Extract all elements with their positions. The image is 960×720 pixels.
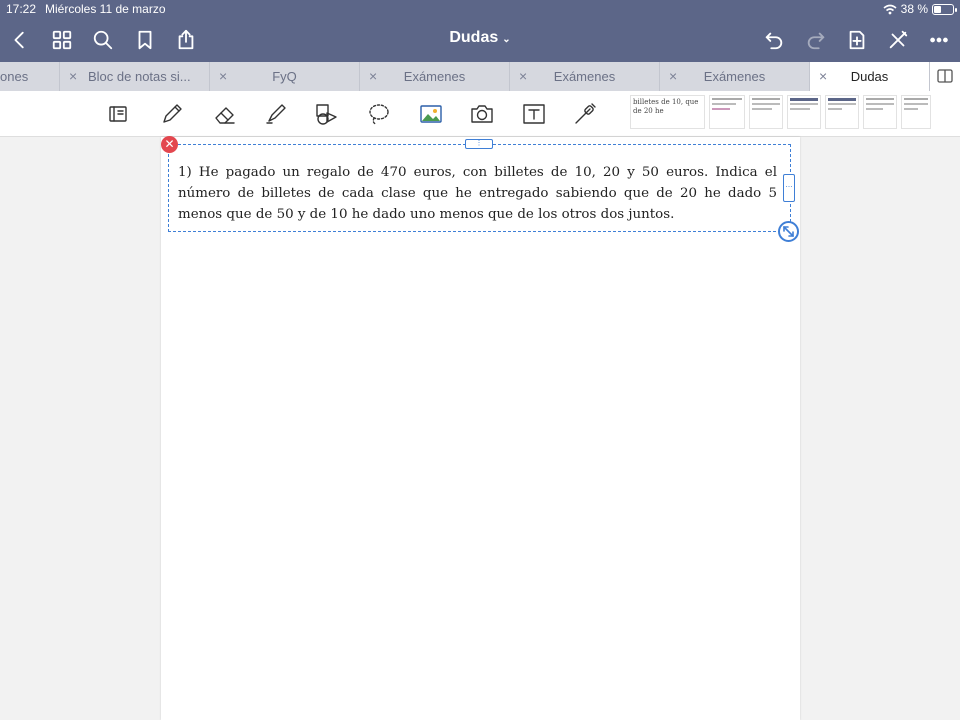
tab-examenes-1[interactable]: × Exámenes [360, 62, 510, 91]
document-title-text: Dudas [449, 29, 499, 46]
tab-label: Exámenes [403, 69, 466, 84]
split-view-button[interactable] [930, 62, 960, 91]
pen-tool[interactable] [157, 99, 187, 129]
shapes-icon [316, 104, 337, 125]
more-icon [930, 37, 948, 43]
redo-button[interactable] [802, 26, 830, 54]
close-tab-icon[interactable]: × [369, 68, 377, 84]
close-tab-icon[interactable]: × [669, 68, 677, 84]
tab-bar: ones × Bloc de notas si... × FyQ × Exáme… [0, 62, 960, 91]
close-icon: ✕ [164, 137, 175, 151]
undo-icon [765, 32, 783, 50]
tab-bloc-de-notas[interactable]: × Bloc de notas si... [60, 62, 210, 91]
close-tab-icon[interactable]: × [219, 68, 227, 84]
undo-button[interactable] [760, 26, 788, 54]
highlighter-tool[interactable] [261, 99, 291, 129]
tab-partial[interactable]: ones [0, 62, 60, 91]
image-tool[interactable] [416, 99, 446, 129]
close-tab-icon[interactable]: × [819, 68, 827, 84]
move-handle-top[interactable]: ⋮ [465, 139, 493, 149]
eraser-tool[interactable] [210, 99, 240, 129]
thumbnail-page[interactable] [787, 95, 821, 129]
tab-label: Exámenes [703, 69, 766, 84]
thumbnail-page[interactable] [709, 95, 745, 129]
tab-examenes-2[interactable]: × Exámenes [510, 62, 660, 91]
camera-tool[interactable] [467, 99, 497, 129]
tab-label: Exámenes [553, 69, 616, 84]
redo-icon [807, 32, 825, 50]
pen-icon [163, 104, 182, 123]
rotate-resize-handle[interactable] [778, 221, 799, 242]
resize-handle-right[interactable]: ⋯ [783, 174, 795, 202]
resize-icon [783, 226, 794, 237]
status-bar: 17:22 Miércoles 11 de marzo 38 % [0, 0, 960, 18]
read-mode-icon [109, 106, 127, 122]
delete-textbox-button[interactable]: ✕ [161, 136, 178, 153]
lasso-tool[interactable] [364, 99, 394, 129]
thumbnail-text: billetes de 10, que de 20 he [633, 98, 699, 115]
tab-examenes-3[interactable]: × Exámenes [660, 62, 810, 91]
camera-icon [471, 105, 493, 123]
close-pen-icon [889, 30, 908, 49]
thumbnail-page-text[interactable]: billetes de 10, que de 20 he [630, 95, 705, 129]
more-button[interactable] [925, 26, 953, 54]
highlighter-icon [266, 104, 286, 124]
status-time: 17:22 [6, 2, 37, 16]
eraser-icon [215, 107, 235, 124]
top-bar: 17:22 Miércoles 11 de marzo 38 % Dudas ⌄ [0, 0, 960, 62]
thumbnail-page[interactable] [901, 95, 931, 129]
battery-icon [932, 3, 957, 15]
close-pen-button[interactable] [884, 26, 912, 54]
tool-bar: billetes de 10, que de 20 he [0, 91, 960, 137]
read-mode-button[interactable] [103, 99, 133, 129]
status-right: 38 % [883, 2, 957, 16]
add-page-icon [849, 30, 865, 50]
tab-label: Bloc de notas si... [88, 69, 191, 84]
thumbnail-page[interactable] [825, 95, 859, 129]
shapes-tool[interactable] [311, 99, 341, 129]
text-tool[interactable] [519, 99, 549, 129]
tab-fyq[interactable]: × FyQ [210, 62, 360, 91]
status-date: Miércoles 11 de marzo [45, 2, 166, 16]
wifi-icon [883, 4, 897, 14]
laser-pointer-icon [575, 103, 596, 124]
tab-label: FyQ [272, 69, 297, 84]
tab-label: ones [0, 69, 29, 84]
close-tab-icon[interactable]: × [519, 68, 527, 84]
laser-pointer-tool[interactable] [570, 99, 600, 129]
image-icon [420, 105, 442, 123]
battery-percent: 38 % [900, 2, 928, 16]
problem-text[interactable]: 1) He pagado un regalo de 470 euros, con… [178, 162, 777, 225]
split-view-icon [937, 69, 953, 83]
thumbnail-page[interactable] [863, 95, 897, 129]
chevron-down-icon: ⌄ [502, 34, 511, 45]
tab-label: Dudas [850, 69, 889, 84]
add-page-button[interactable] [843, 26, 871, 54]
tab-dudas[interactable]: × Dudas [810, 62, 930, 91]
page-thumbnails: billetes de 10, que de 20 he [630, 95, 931, 131]
text-icon [523, 104, 545, 124]
lasso-icon [369, 104, 389, 125]
close-tab-icon[interactable]: × [69, 68, 77, 84]
thumbnail-page[interactable] [749, 95, 783, 129]
